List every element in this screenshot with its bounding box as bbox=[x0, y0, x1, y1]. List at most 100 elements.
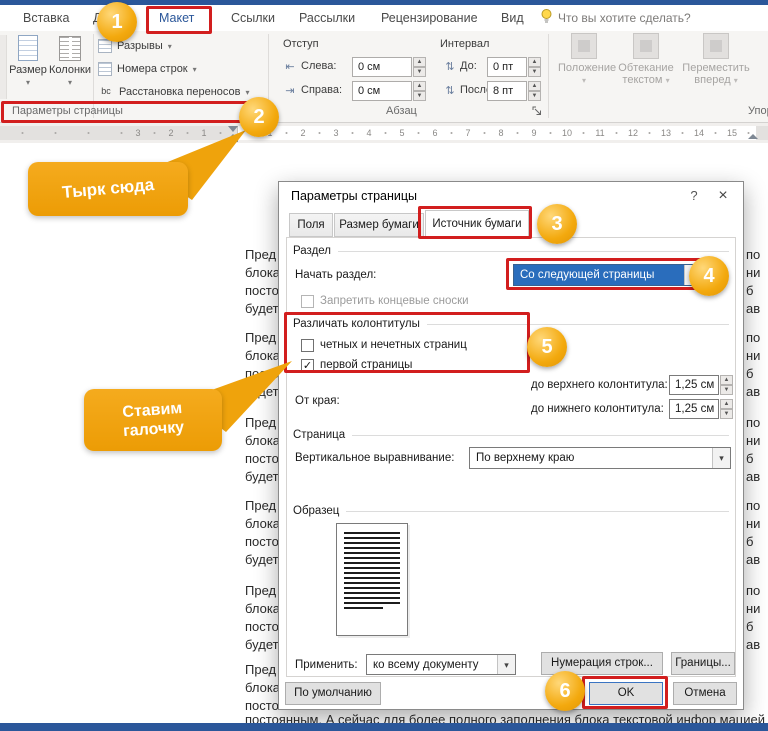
clipped-button[interactable] bbox=[0, 35, 7, 99]
close-icon[interactable]: × bbox=[711, 186, 735, 206]
doc-text-fragment: Пред bbox=[245, 662, 277, 677]
doc-text-fragment: б bbox=[746, 283, 754, 298]
spacing-before-value[interactable]: 0 пт bbox=[487, 57, 527, 77]
tab-layout[interactable]: Макет bbox=[156, 5, 197, 31]
doc-text-fragment: по bbox=[746, 415, 761, 430]
step-badge-6: 6 bbox=[545, 671, 585, 711]
spacing-before-spin[interactable]: 0 пт ▲ ▼ bbox=[487, 57, 541, 77]
doc-text-fragment: ни bbox=[746, 265, 761, 280]
indent-left-spin[interactable]: 0 см ▲ ▼ bbox=[352, 57, 426, 77]
indent-right-value[interactable]: 0 см bbox=[352, 81, 412, 101]
hyphenation-button[interactable]: bc Расстановка переносов ▾ bbox=[98, 82, 249, 102]
spacing-after-spin[interactable]: 8 пт ▲ ▼ bbox=[487, 81, 541, 101]
tab-margins[interactable]: Поля bbox=[289, 213, 333, 237]
indent-left-value[interactable]: 0 см bbox=[352, 57, 412, 77]
tab-view[interactable]: Вид bbox=[498, 5, 527, 31]
line-numbers-icon bbox=[98, 62, 112, 76]
first-line-indent-marker[interactable] bbox=[228, 126, 238, 132]
vertical-alignment-combo[interactable]: По верхнему краю ▾ bbox=[469, 447, 731, 469]
doc-text-fragment: Пред bbox=[245, 583, 277, 598]
section-start-combo[interactable]: Со следующей страницы ▾ bbox=[513, 264, 703, 286]
stepper-up-icon[interactable]: ▲ bbox=[528, 81, 541, 91]
paragraph-dialog-launcher[interactable] bbox=[532, 106, 545, 119]
ruler-number: 7 bbox=[465, 128, 471, 138]
doc-text-fragment: ав bbox=[746, 301, 761, 316]
stepper-up-icon[interactable]: ▲ bbox=[720, 399, 733, 409]
vertical-alignment-label: Вертикальное выравнивание: bbox=[295, 452, 455, 464]
columns-icon bbox=[59, 36, 81, 61]
hyphenation-icon: bc bbox=[101, 86, 111, 96]
bring-forward-button[interactable]: Переместить вперед ▾ bbox=[682, 33, 750, 87]
ruler-number: 3 bbox=[135, 128, 141, 138]
stepper-down-icon[interactable]: ▼ bbox=[413, 91, 426, 101]
stepper-down-icon[interactable]: ▼ bbox=[528, 67, 541, 77]
doc-text-fragment: будет bbox=[245, 469, 279, 484]
doc-text-fragment: посто bbox=[245, 534, 279, 549]
spacing-after-value[interactable]: 8 пт bbox=[487, 81, 527, 101]
footer-distance-spin[interactable]: 1,25 см ▲ ▼ bbox=[669, 399, 733, 419]
doc-text-fragment: посто bbox=[245, 366, 279, 381]
stepper-up-icon[interactable]: ▲ bbox=[720, 375, 733, 385]
columns-button[interactable]: Колонки ▾ bbox=[48, 33, 92, 88]
tab-mailings[interactable]: Рассылки bbox=[296, 5, 358, 31]
spacing-before-label: До: bbox=[460, 60, 477, 72]
doc-text-fragment: будет bbox=[245, 301, 279, 316]
footer-distance-value[interactable]: 1,25 см bbox=[669, 399, 719, 419]
default-button[interactable]: По умолчанию bbox=[285, 682, 381, 705]
page-size-button[interactable]: Размер ▾ bbox=[8, 33, 48, 88]
preview-text-line bbox=[344, 547, 400, 549]
header-distance-spin[interactable]: 1,25 см ▲ ▼ bbox=[669, 375, 733, 395]
stepper-arrows: ▲ ▼ bbox=[528, 81, 541, 101]
tell-me-box[interactable]: Что вы хотите сделать? bbox=[540, 5, 691, 31]
ruler-number: 1 bbox=[201, 128, 207, 138]
chevron-down-icon[interactable]: ▾ bbox=[497, 655, 515, 674]
tab-references[interactable]: Ссылки bbox=[228, 5, 278, 31]
stepper-up-icon[interactable]: ▲ bbox=[528, 57, 541, 67]
apply-to-label: Применить: bbox=[295, 659, 358, 671]
borders-button[interactable]: Границы... bbox=[671, 652, 735, 675]
chevron-down-icon[interactable]: ▾ bbox=[712, 448, 730, 468]
indent-right-spin[interactable]: 0 см ▲ ▼ bbox=[352, 81, 426, 101]
stepper-down-icon[interactable]: ▼ bbox=[720, 409, 733, 419]
position-button[interactable]: Положение ▾ bbox=[558, 33, 616, 87]
ok-button[interactable]: OK bbox=[589, 682, 663, 705]
stepper-up-icon[interactable]: ▲ bbox=[413, 81, 426, 91]
apply-to-combo[interactable]: ко всему документу ▾ bbox=[366, 654, 516, 675]
page-setup-dialog: Параметры страницы ? × Поля Размер бумаг… bbox=[278, 181, 744, 710]
doc-text-fragment: ни bbox=[746, 433, 761, 448]
tab-insert[interactable]: Вставка bbox=[20, 5, 72, 31]
dialog-title: Параметры страницы bbox=[291, 189, 418, 203]
wrap-text-button[interactable]: Обтекание текстом ▾ bbox=[614, 33, 678, 87]
first-page-checkbox[interactable]: ✓ bbox=[301, 359, 314, 372]
section-header-label: Раздел bbox=[293, 245, 332, 257]
odd-even-checkbox[interactable] bbox=[301, 339, 314, 352]
help-button[interactable]: ? bbox=[683, 186, 705, 206]
stepper-up-icon[interactable]: ▲ bbox=[413, 57, 426, 67]
hyphenation-label: Расстановка переносов bbox=[119, 86, 241, 98]
tab-paper-size[interactable]: Размер бумаги bbox=[334, 213, 424, 237]
doc-text-fragment: ав bbox=[746, 637, 761, 652]
spacing-before-icon: ⇅ bbox=[445, 61, 455, 73]
suppress-endnotes-checkbox[interactable] bbox=[301, 295, 314, 308]
headers-footers-header-label: Различать колонтитулы bbox=[293, 318, 420, 330]
page-size-icon bbox=[18, 35, 38, 61]
lightbulb-icon bbox=[541, 9, 552, 23]
stepper-down-icon[interactable]: ▼ bbox=[528, 91, 541, 101]
stepper-down-icon[interactable]: ▼ bbox=[720, 385, 733, 395]
cancel-button[interactable]: Отмена bbox=[673, 682, 737, 705]
stepper-arrows: ▲ ▼ bbox=[528, 57, 541, 77]
left-indent-marker[interactable] bbox=[228, 139, 238, 142]
headers-footers-group-header: Различать колонтитулы bbox=[293, 318, 729, 330]
header-distance-value[interactable]: 1,25 см bbox=[669, 375, 719, 395]
ruler-number: 8 bbox=[498, 128, 504, 138]
first-page-label: первой страницы bbox=[320, 359, 413, 371]
tab-paper-source[interactable]: Источник бумаги bbox=[425, 210, 529, 238]
right-indent-marker[interactable] bbox=[748, 134, 758, 139]
stepper-down-icon[interactable]: ▼ bbox=[413, 67, 426, 77]
position-label: Положение bbox=[558, 62, 617, 74]
line-numbers-button[interactable]: Номера строк ▾ bbox=[98, 59, 197, 79]
preview-text-line bbox=[344, 597, 400, 599]
ruler[interactable]: 321123456789101112131415 bbox=[0, 123, 768, 143]
tab-review[interactable]: Рецензирование bbox=[378, 5, 481, 31]
preview-text-line bbox=[344, 542, 400, 544]
